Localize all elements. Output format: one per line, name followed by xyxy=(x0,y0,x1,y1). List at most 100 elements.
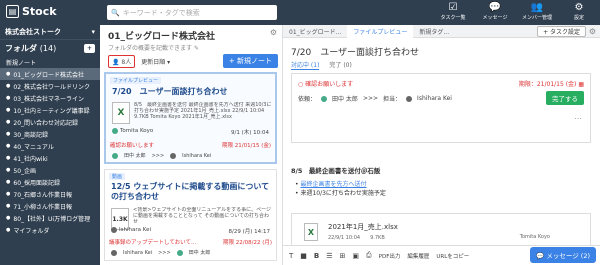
sidebar-item-folder[interactable]: ● マイフォルダ xyxy=(0,224,100,236)
list-item: • 最終企画書を先方へ送付 xyxy=(295,181,367,188)
dot-icon: ● xyxy=(6,143,11,149)
dot-icon: ● xyxy=(6,119,11,125)
image-icon[interactable]: ▣ xyxy=(352,252,359,260)
print-icon[interactable]: ⎙ xyxy=(366,251,372,260)
dot-icon: ● xyxy=(6,107,11,113)
card-title: 7/20 ユーザー面談打ち合わせ xyxy=(112,87,228,96)
file-name: 2021年1月_売上.xlsx xyxy=(328,223,398,231)
tab-file-preview[interactable]: ファイルプレビュー xyxy=(347,24,414,38)
dot-icon: ● xyxy=(6,167,11,173)
folder-header: フォルダ (14) + xyxy=(0,40,100,56)
task-status-tabs: 対応中 (1) 完了 (0) xyxy=(291,60,352,70)
folder-title: 01_ビッグロード株式会社 xyxy=(108,32,216,42)
note-body-list: • 最終企画書を先方へ送付 • 来週10/3に打ち合わせ実施予定 xyxy=(295,180,386,198)
task-list-button[interactable]: ☑ タスク一覧 xyxy=(436,2,470,21)
dot-icon: ● xyxy=(6,227,11,233)
note-card[interactable]: 動画 12/5 ウェブサイトに掲載する動画についての打ち合わせ 1.3K <背景… xyxy=(104,169,277,261)
avatar xyxy=(170,152,177,159)
member-management-button[interactable]: 👥 メンバー管理 xyxy=(520,2,554,21)
sidebar-item-folder[interactable]: ● 70_石郷さん作業日報 xyxy=(0,188,100,200)
sidebar-item-folder[interactable]: ● 71_小柳さん作業日報 xyxy=(0,200,100,212)
check-icon: ☑ xyxy=(448,2,458,13)
sidebar-item-folder[interactable]: ● 60_採用面談記録 xyxy=(0,176,100,188)
dot-icon: ● xyxy=(6,155,11,161)
tab-new-tag[interactable]: 新規タグ... xyxy=(413,25,455,38)
card-title: 12/5 ウェブサイトに掲載する動画についての打ち合わせ xyxy=(111,182,270,201)
tab-in-progress[interactable]: 対応中 (1) xyxy=(291,60,320,70)
excel-file-icon: X xyxy=(304,223,318,241)
folder-description[interactable]: フォルダの概要を記載できます ✎ xyxy=(108,43,199,52)
avatar xyxy=(176,249,183,256)
radio-icon: ○ xyxy=(298,81,304,88)
task-due-date: 期限：21/01/15 (金) ▦ xyxy=(518,81,584,88)
gear-icon[interactable]: ⚙ xyxy=(270,28,277,37)
dot-icon: ● xyxy=(6,83,11,89)
bold-icon[interactable]: B xyxy=(314,252,319,260)
app-logo[interactable]: ▤ Stock xyxy=(6,5,57,18)
add-folder-button[interactable]: + xyxy=(83,43,95,53)
task-label: ○ 確認お願いします xyxy=(298,81,354,88)
gear-icon: ⚙ xyxy=(574,2,584,13)
dot-icon: ● xyxy=(6,203,11,209)
note-list-panel: 01_ビッグロード株式会社 ⚙ フォルダの概要を記載できます ✎ 👤 8人 更新… xyxy=(100,25,283,265)
tab-completed[interactable]: 完了 (0) xyxy=(329,60,351,70)
note-body-heading: 8/5 最終企画書を送付＠石飯 xyxy=(291,167,381,175)
detail-tab-bar: 01_ビッグロード... ファイルプレビュー 新規タグ... + タスク設定 xyxy=(283,24,600,38)
sort-dropdown[interactable]: 更新日順 ▾ xyxy=(141,57,170,66)
avatar xyxy=(321,95,328,102)
pdf-export-button[interactable]: PDF出力 xyxy=(379,252,401,260)
copy-url-button[interactable]: URLをコピー xyxy=(436,252,469,260)
messages-button[interactable]: 💬 メッセージ xyxy=(478,2,512,21)
search-input[interactable] xyxy=(122,8,273,17)
avatar xyxy=(112,128,118,134)
people-icon: 👥 xyxy=(530,2,544,13)
text-style-icon[interactable]: T xyxy=(289,252,293,260)
card-date: 8/29 (月) 14:17 xyxy=(228,229,271,235)
color-icon[interactable]: ■ xyxy=(300,252,307,260)
sidebar-item-folder[interactable]: ● 20_問い合わせ対応記録 xyxy=(0,116,100,128)
dot-icon: ● xyxy=(6,179,11,185)
settings-button[interactable]: ⚙ 設定 xyxy=(562,2,596,21)
list-item: • 来週10/3に打ち合わせ実施予定 xyxy=(295,190,386,197)
sidebar-item-new-note[interactable]: 新規ノート xyxy=(0,56,100,68)
card-excerpt: <背景>ウェブサイトの全面リニューアルをする事に。ページに動画を掲載することとな… xyxy=(133,207,272,225)
sidebar-item-folder[interactable]: ● 01_ビッグロード株式会社 xyxy=(0,68,100,80)
card-tag[interactable]: ファイルプレビュー xyxy=(110,77,162,84)
sidebar-item-folder[interactable]: ● 30_商談記録 xyxy=(0,128,100,140)
sidebar-item-folder[interactable]: ● 03_株式会社マネーライン xyxy=(0,92,100,104)
gear-icon[interactable]: ⚙ xyxy=(589,27,596,36)
tab-folder[interactable]: 01_ビッグロード... xyxy=(283,25,347,38)
dot-icon: ● xyxy=(6,131,11,137)
note-title[interactable]: 7/20 ユーザー面談打ち合わせ xyxy=(291,45,419,58)
sidebar-item-folder[interactable]: ● 80_【社外】Ui万博ログ管理 xyxy=(0,212,100,224)
file-owner: Tomita Koyo xyxy=(519,234,550,240)
file-meta: 22/9/1 10:04 9.7KB xyxy=(328,235,385,241)
dot-icon: ● xyxy=(6,95,11,101)
card-tag[interactable]: 動画 xyxy=(109,173,126,180)
stock-logo-icon: ▤ xyxy=(6,5,19,18)
search-box[interactable]: 🔍 xyxy=(107,5,277,20)
add-task-button[interactable]: + タスク設定 xyxy=(537,25,586,37)
dot-icon: ● xyxy=(6,71,11,77)
sidebar-item-folder[interactable]: ● 40_マニュアル xyxy=(0,140,100,152)
complete-task-button[interactable]: 完了する xyxy=(546,91,584,105)
chat-icon: 💬 xyxy=(536,252,545,260)
more-options-icon[interactable]: ⋯ xyxy=(574,114,582,123)
sidebar-item-folder[interactable]: ● 41_社内wiki xyxy=(0,152,100,164)
card-task[interactable]: 議事録のアップデートしておいて... 期限 22/08/22 (月) xyxy=(109,238,272,248)
sidebar-item-folder[interactable]: ● 10_社内ミーティング議事録 xyxy=(0,104,100,116)
workspace-selector[interactable]: 株式会社ストーク ▾ xyxy=(0,25,100,40)
note-card[interactable]: ファイルプレビュー 7/20 ユーザー面談打ち合わせ X 8/5 最終企画書を送… xyxy=(104,72,277,164)
pencil-icon: ✎ xyxy=(193,45,199,52)
sidebar-item-folder[interactable]: ● 02_株式会社ワールドリンク xyxy=(0,80,100,92)
member-count-button[interactable]: 👤 8人 xyxy=(108,54,136,68)
message-button[interactable]: 💬 メッセージ (2) xyxy=(530,247,596,263)
avatar xyxy=(111,249,117,256)
sidebar-item-folder[interactable]: ● 50_企画 xyxy=(0,164,100,176)
edit-history-button[interactable]: 編集履歴 xyxy=(407,252,429,260)
table-icon[interactable]: ⊞ xyxy=(340,252,346,260)
new-note-button[interactable]: + 新規ノート xyxy=(222,54,278,68)
bullet-list-icon[interactable]: ☰ xyxy=(326,252,332,260)
card-task[interactable]: 確認お願いします 期限 21/01/15 (金) xyxy=(110,141,271,151)
person-icon: 👤 xyxy=(112,58,120,66)
